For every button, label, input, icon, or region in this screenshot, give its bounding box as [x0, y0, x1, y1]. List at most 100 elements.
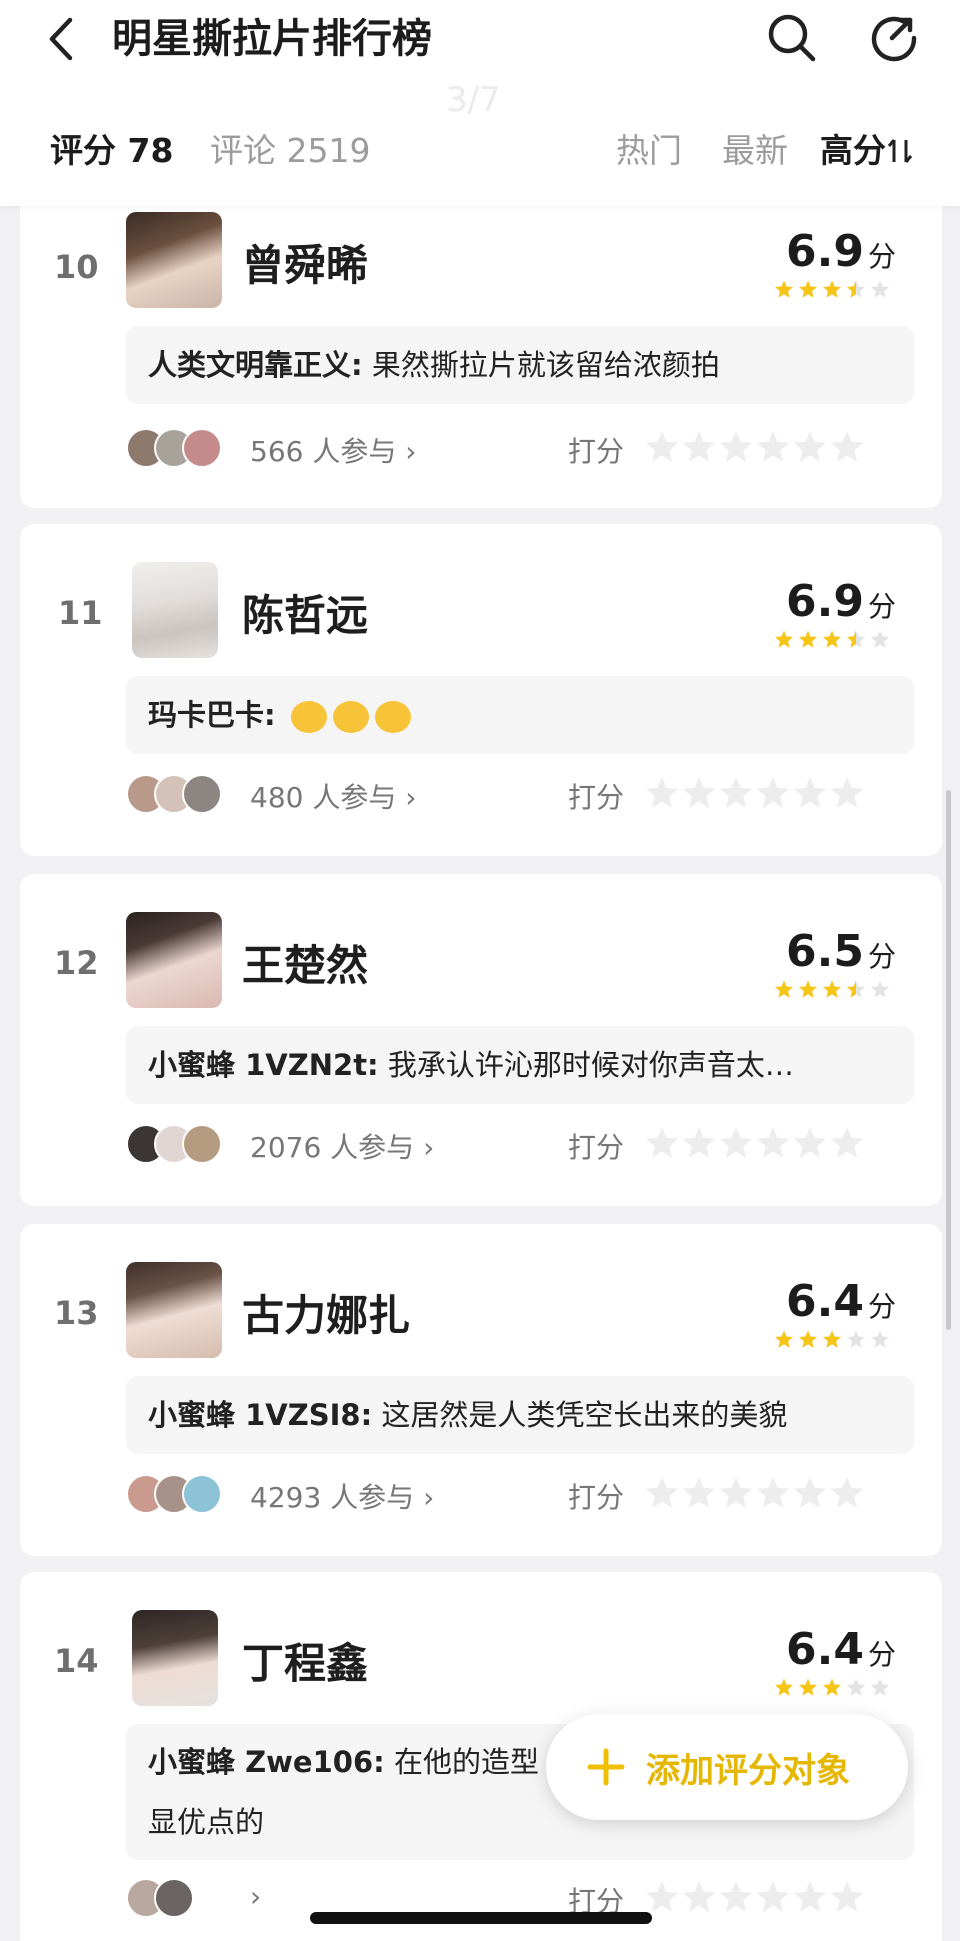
score-stars	[774, 1330, 890, 1348]
rate-star-icon[interactable]	[793, 777, 827, 808]
celebrity-name[interactable]: 陈哲远	[242, 582, 368, 643]
rate-star-icon[interactable]	[756, 777, 790, 808]
rate-star-icon[interactable]	[645, 431, 679, 462]
rate-star-icon[interactable]	[645, 1881, 679, 1912]
celebrity-name[interactable]: 古力娜扎	[242, 1282, 410, 1343]
ranking-card[interactable]: 12 王楚然 6.5 分 小蜜蜂 1VZN2t: 我承认许沁那时候对你声音太… 2…	[20, 874, 942, 1206]
tabs-row: 评分 78 评论 2519 热门 最新 高分	[0, 124, 960, 178]
rate-star-icon[interactable]	[682, 1881, 716, 1912]
rate-star-icon[interactable]	[756, 431, 790, 462]
participation-row: 480 人参与 › 打分	[126, 770, 926, 820]
participants-link[interactable]: 566 人参与 ›	[250, 430, 416, 470]
avatar[interactable]	[132, 1610, 218, 1706]
rate-stars[interactable]	[642, 1878, 912, 1918]
rate-star-icon[interactable]	[793, 1127, 827, 1158]
rate-star-icon[interactable]	[682, 1477, 716, 1508]
star-icon	[798, 980, 818, 998]
rate-star-icon[interactable]	[793, 1477, 827, 1508]
rate-star-icon[interactable]	[682, 777, 716, 808]
avatar[interactable]	[126, 1262, 222, 1358]
sort-hot[interactable]: 热门	[616, 124, 682, 178]
rate-star-icon[interactable]	[719, 1881, 753, 1912]
rate-star-icon[interactable]	[830, 431, 864, 462]
rate-star-icon[interactable]	[645, 777, 679, 808]
tab-comment[interactable]: 评论 2519	[210, 124, 370, 178]
star-icon	[870, 980, 890, 998]
rate-star-icon[interactable]	[830, 1477, 864, 1508]
sort-order-icon[interactable]	[886, 136, 914, 166]
rate-star-icon[interactable]	[793, 431, 827, 462]
participant-avatars	[126, 1878, 236, 1920]
sort-new[interactable]: 最新	[722, 124, 788, 178]
star-icon	[774, 630, 794, 648]
star-icon	[798, 630, 818, 648]
rate-star-icon[interactable]	[719, 1127, 753, 1158]
ranking-card[interactable]: 10 曾舜晞 6.9 分 人类文明靠正义: 果然撕拉片就该留给浓颜拍 566 人参…	[20, 190, 942, 508]
rate-star-icon[interactable]	[645, 1127, 679, 1158]
rate-star-icon[interactable]	[830, 1127, 864, 1158]
rate-stars[interactable]	[642, 428, 912, 468]
rate-star-icon[interactable]	[719, 1477, 753, 1508]
top-comment[interactable]: 玛卡巴卡:	[126, 676, 914, 754]
participants-link[interactable]: 480 人参与 ›	[250, 776, 416, 816]
rate-star-icon[interactable]	[645, 1477, 679, 1508]
rate-star-icon[interactable]	[830, 777, 864, 808]
ranking-card[interactable]: 13 古力娜扎 6.4 分 小蜜蜂 1VZSI8: 这居然是人类凭空长出来的美貌 …	[20, 1224, 942, 1556]
star-icon	[822, 1678, 842, 1696]
rate-stars[interactable]	[642, 1124, 912, 1164]
participants-link[interactable]: 4293 人参与 ›	[250, 1476, 434, 1516]
star-icon	[774, 280, 794, 298]
star-icon	[798, 1678, 818, 1696]
rate-stars[interactable]	[642, 1474, 912, 1514]
rate-star-icon[interactable]	[682, 1127, 716, 1158]
top-comment[interactable]: 人类文明靠正义: 果然撕拉片就该留给浓颜拍	[126, 326, 914, 404]
top-comment[interactable]: 小蜜蜂 1VZSI8: 这居然是人类凭空长出来的美貌	[126, 1376, 914, 1454]
plus-icon	[587, 1748, 625, 1786]
emoji-icon	[332, 701, 369, 733]
score-value: 6.4 分	[786, 1276, 896, 1327]
add-rating-label: 添加评分对象	[646, 1751, 850, 1791]
celebrity-name[interactable]: 丁程鑫	[242, 1630, 368, 1691]
participants-link[interactable]: ›	[250, 1880, 261, 1913]
star-icon	[846, 1678, 866, 1696]
rate-star-icon[interactable]	[756, 1477, 790, 1508]
page-title: 明星撕拉片排行榜	[112, 16, 432, 62]
header: 明星撕拉片排行榜 3/7 评分 78 评论 2519 热门 最新 高分	[0, 0, 960, 206]
emoji-icon	[374, 701, 411, 733]
add-rating-target-button[interactable]: 添加评分对象	[546, 1714, 908, 1820]
participants-link[interactable]: 2076 人参与 ›	[250, 1126, 434, 1166]
rate-stars[interactable]	[642, 774, 912, 814]
rate-star-icon[interactable]	[719, 431, 753, 462]
sort-high[interactable]: 高分	[820, 124, 886, 178]
score-stars	[774, 280, 890, 298]
star-icon	[870, 280, 890, 298]
rank-number: 10	[54, 248, 99, 286]
back-arrow-icon[interactable]	[40, 12, 84, 66]
tab-score[interactable]: 评分 78	[50, 124, 173, 178]
share-icon[interactable]	[866, 10, 922, 66]
rate-star-icon[interactable]	[756, 1127, 790, 1158]
rate-star-icon[interactable]	[830, 1881, 864, 1912]
avatar[interactable]	[126, 912, 222, 1008]
rate-label: 打分	[568, 1481, 625, 1514]
participant-avatars	[126, 774, 236, 816]
scrollbar[interactable]	[946, 790, 951, 1330]
celebrity-name[interactable]: 曾舜晞	[242, 232, 368, 293]
top-comment[interactable]: 小蜜蜂 1VZN2t: 我承认许沁那时候对你声音太…	[126, 1026, 914, 1104]
rate-star-icon[interactable]	[682, 431, 716, 462]
avatar[interactable]	[126, 212, 222, 308]
rate-label: 打分	[568, 781, 625, 814]
rank-number: 13	[54, 1294, 99, 1332]
page-indicator: 3/7	[446, 80, 501, 120]
ranking-card[interactable]: 11 陈哲远 6.9 分 玛卡巴卡: 480 人参与 › 打分	[20, 524, 942, 856]
participation-row: 566 人参与 › 打分	[126, 424, 926, 474]
score-value: 6.9 分	[786, 576, 896, 627]
emoji-icon	[290, 701, 327, 733]
rate-star-icon[interactable]	[719, 777, 753, 808]
rate-star-icon[interactable]	[793, 1881, 827, 1912]
rate-star-icon[interactable]	[756, 1881, 790, 1912]
star-icon	[798, 1330, 818, 1348]
search-icon[interactable]	[764, 10, 820, 66]
celebrity-name[interactable]: 王楚然	[242, 932, 368, 993]
avatar[interactable]	[132, 562, 218, 658]
